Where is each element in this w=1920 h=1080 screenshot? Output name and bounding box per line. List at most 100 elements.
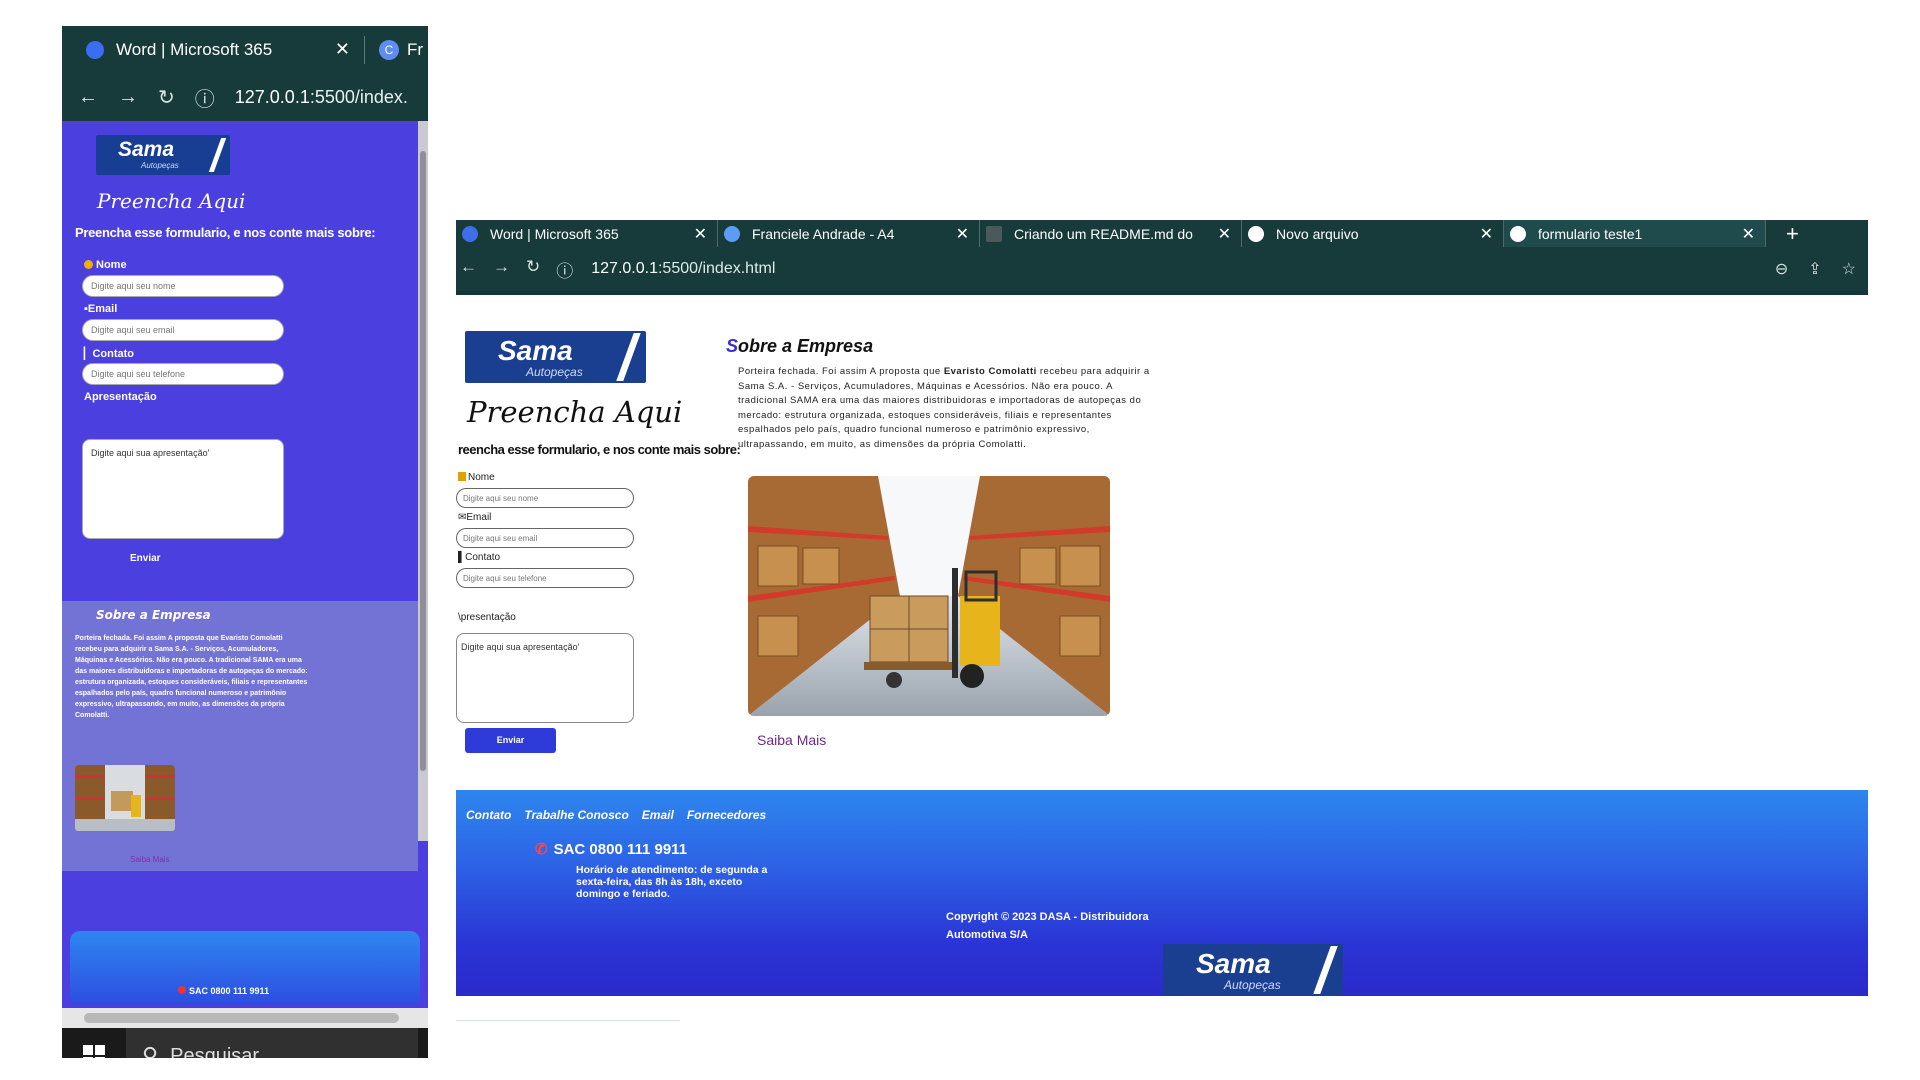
tab-word[interactable]: Word | Microsoft 365 ✕ xyxy=(456,220,718,247)
service-hours: Horário de atendimento: de segunda a sex… xyxy=(576,864,768,900)
phone-icon: ✆ xyxy=(535,841,548,858)
close-tab-icon[interactable]: ✕ xyxy=(335,39,350,60)
send-button[interactable]: Enviar xyxy=(130,553,161,564)
word-favicon-icon xyxy=(86,40,104,59)
close-tab-icon[interactable]: ✕ xyxy=(1480,224,1493,244)
globe-favicon-icon xyxy=(1510,225,1526,242)
label-apresentacao: Apresentação xyxy=(84,391,157,403)
tab-word[interactable]: Word | Microsoft 365 ✕ xyxy=(72,26,364,73)
user-icon xyxy=(458,472,466,481)
close-tab-icon[interactable]: ✕ xyxy=(1742,224,1755,244)
saiba-mais-link[interactable]: Saiba Mais xyxy=(757,732,826,748)
sac-phone: SAC 0800 111 9911 xyxy=(178,986,269,996)
tab-bar: Word | Microsoft 365 ✕ C Fr xyxy=(62,26,428,73)
info-icon[interactable]: ⓘ xyxy=(195,83,215,112)
close-tab-icon[interactable]: ✕ xyxy=(1218,224,1231,244)
url-text[interactable]: 127.0.0.1:5500/index. xyxy=(235,87,408,108)
presentation-textarea[interactable]: Digite aqui sua apresentação' xyxy=(456,633,634,723)
about-title: Sobre a Empresa xyxy=(726,336,874,356)
sama-logo: Sama Autopeças xyxy=(96,135,230,175)
windows-taskbar: ⚲ Pesquisar xyxy=(62,1028,428,1058)
label-email: ✉Email xyxy=(458,512,492,523)
saiba-mais-link[interactable]: Saiba Mais xyxy=(130,855,170,864)
presentation-textarea[interactable]: Digite aqui sua apresentação' xyxy=(82,439,284,539)
form-heading: Preencha Aqui xyxy=(467,395,683,429)
phone-input[interactable]: Digite aqui seu telefone xyxy=(82,363,284,385)
form-heading: Preencha Aqui xyxy=(97,189,246,213)
email-input[interactable]: Digite aqui seu email xyxy=(82,319,284,341)
tab-github[interactable]: Novo arquivo ✕ xyxy=(1242,220,1504,247)
info-icon[interactable]: ⓘ xyxy=(556,257,573,282)
footer-links: Contato Trabalhe Conosco Email Fornecedo… xyxy=(466,808,766,822)
sama-logo: Sama Autopeças xyxy=(465,331,646,383)
form-subheading: reencha esse formulario, e nos conte mai… xyxy=(458,442,741,457)
tab-formulario[interactable]: formulario teste1 ✕ xyxy=(1504,220,1766,247)
narrow-browser-window: Word | Microsoft 365 ✕ C Fr ← → ↻ ⓘ 127.… xyxy=(62,26,428,1058)
send-button[interactable]: Enviar xyxy=(465,728,556,753)
address-bar: ← → ↻ ⓘ 127.0.0.1:5500/index.html ⊖ ⇪ ☆ xyxy=(456,247,1868,291)
screenshot-stage: Word | Microsoft 365 ✕ C Fr ← → ↻ ⓘ 127.… xyxy=(0,0,1920,1080)
tab-title-partial: Fr xyxy=(407,39,424,59)
warehouse-forklift-image xyxy=(748,476,1110,716)
taskbar-search[interactable]: ⚲ Pesquisar xyxy=(126,1028,418,1058)
sac-phone: ✆ SAC 0800 111 9911 xyxy=(535,841,688,858)
footer-sama-logo: Sama Autopeças xyxy=(1163,944,1343,996)
name-input[interactable]: Digite aqui seu nome xyxy=(456,488,634,508)
close-tab-icon[interactable]: ✕ xyxy=(694,224,707,244)
horizontal-scrollbar[interactable] xyxy=(62,1008,428,1028)
logo-slash xyxy=(1313,946,1338,994)
github-favicon-icon xyxy=(1248,225,1264,242)
tab-bar: Word | Microsoft 365 ✕ Franciele Andrade… xyxy=(456,220,1868,247)
about-title: Sobre a Empresa xyxy=(96,608,211,622)
bookmark-star-icon[interactable]: ☆ xyxy=(1842,259,1856,279)
user-icon xyxy=(84,260,93,269)
about-text: Porteira fechada. Foi assim A proposta q… xyxy=(738,366,1150,450)
windows-start-icon[interactable] xyxy=(62,1028,126,1058)
form-subheading: Preencha esse formulario, e nos conte ma… xyxy=(75,225,376,240)
tab-readme[interactable]: Criando um README.md do ✕ xyxy=(980,220,1242,247)
label-apresentacao: \presentação xyxy=(458,612,516,623)
label-nome: Nome xyxy=(458,472,495,483)
share-icon[interactable]: ⇪ xyxy=(1808,259,1821,279)
forward-icon[interactable]: → xyxy=(118,86,138,109)
address-bar: ← → ↻ ⓘ 127.0.0.1:5500/index. xyxy=(62,73,428,121)
vertical-scrollbar[interactable] xyxy=(418,121,428,841)
footer-link-email[interactable]: Email xyxy=(642,808,674,822)
tab-canva[interactable]: Franciele Andrade - A4 ✕ xyxy=(718,220,980,247)
tab-title: Word | Microsoft 365 xyxy=(116,39,273,59)
warehouse-image xyxy=(75,765,175,831)
footer-link-contato[interactable]: Contato xyxy=(466,808,511,822)
phone-input[interactable]: Digite aqui seu telefone xyxy=(456,568,634,588)
back-icon[interactable]: ← xyxy=(460,257,477,282)
forward-icon[interactable]: → xyxy=(493,257,510,282)
label-email: ▪Email xyxy=(84,303,118,315)
label-nome: Nome xyxy=(84,259,127,271)
canva-favicon-icon: C xyxy=(379,39,399,60)
close-tab-icon[interactable]: ✕ xyxy=(956,224,969,244)
label-contato: ▌Contato xyxy=(458,552,501,563)
url-text[interactable]: 127.0.0.1:5500/index.html xyxy=(591,260,775,278)
back-icon[interactable]: ← xyxy=(78,86,98,109)
logo-slash xyxy=(208,138,227,172)
page-top-bar xyxy=(456,291,1868,295)
divider-line xyxy=(456,1020,680,1021)
word-favicon-icon xyxy=(462,225,478,242)
wide-browser-window: Word | Microsoft 365 ✕ Franciele Andrade… xyxy=(456,220,1868,1028)
new-tab-icon[interactable]: + xyxy=(1786,221,1799,247)
footer-link-trabalhe[interactable]: Trabalhe Conosco xyxy=(524,808,628,822)
page-content: Sama Autopeças Preencha Aqui Preencha es… xyxy=(62,121,428,1009)
tab-partial[interactable]: C Fr xyxy=(364,35,424,64)
footer-partial: SAC 0800 111 9911 xyxy=(70,931,420,1003)
footer-link-fornecedores[interactable]: Fornecedores xyxy=(687,808,766,822)
name-input[interactable]: Digite aqui seu nome xyxy=(82,275,284,297)
reload-icon[interactable]: ↻ xyxy=(158,85,175,110)
scroll-thumb-h[interactable] xyxy=(84,1013,399,1023)
logo-slash xyxy=(616,333,641,381)
reload-icon[interactable]: ↻ xyxy=(526,257,540,282)
about-section: Sobre a Empresa Porteira fechada. Foi as… xyxy=(62,601,418,871)
search-icon: ⚲ xyxy=(142,1043,159,1058)
scroll-thumb[interactable] xyxy=(420,151,426,771)
email-input[interactable]: Digite aqui seu email xyxy=(456,528,634,548)
doc-favicon-icon xyxy=(986,225,1002,242)
zoom-icon[interactable]: ⊖ xyxy=(1775,259,1788,279)
